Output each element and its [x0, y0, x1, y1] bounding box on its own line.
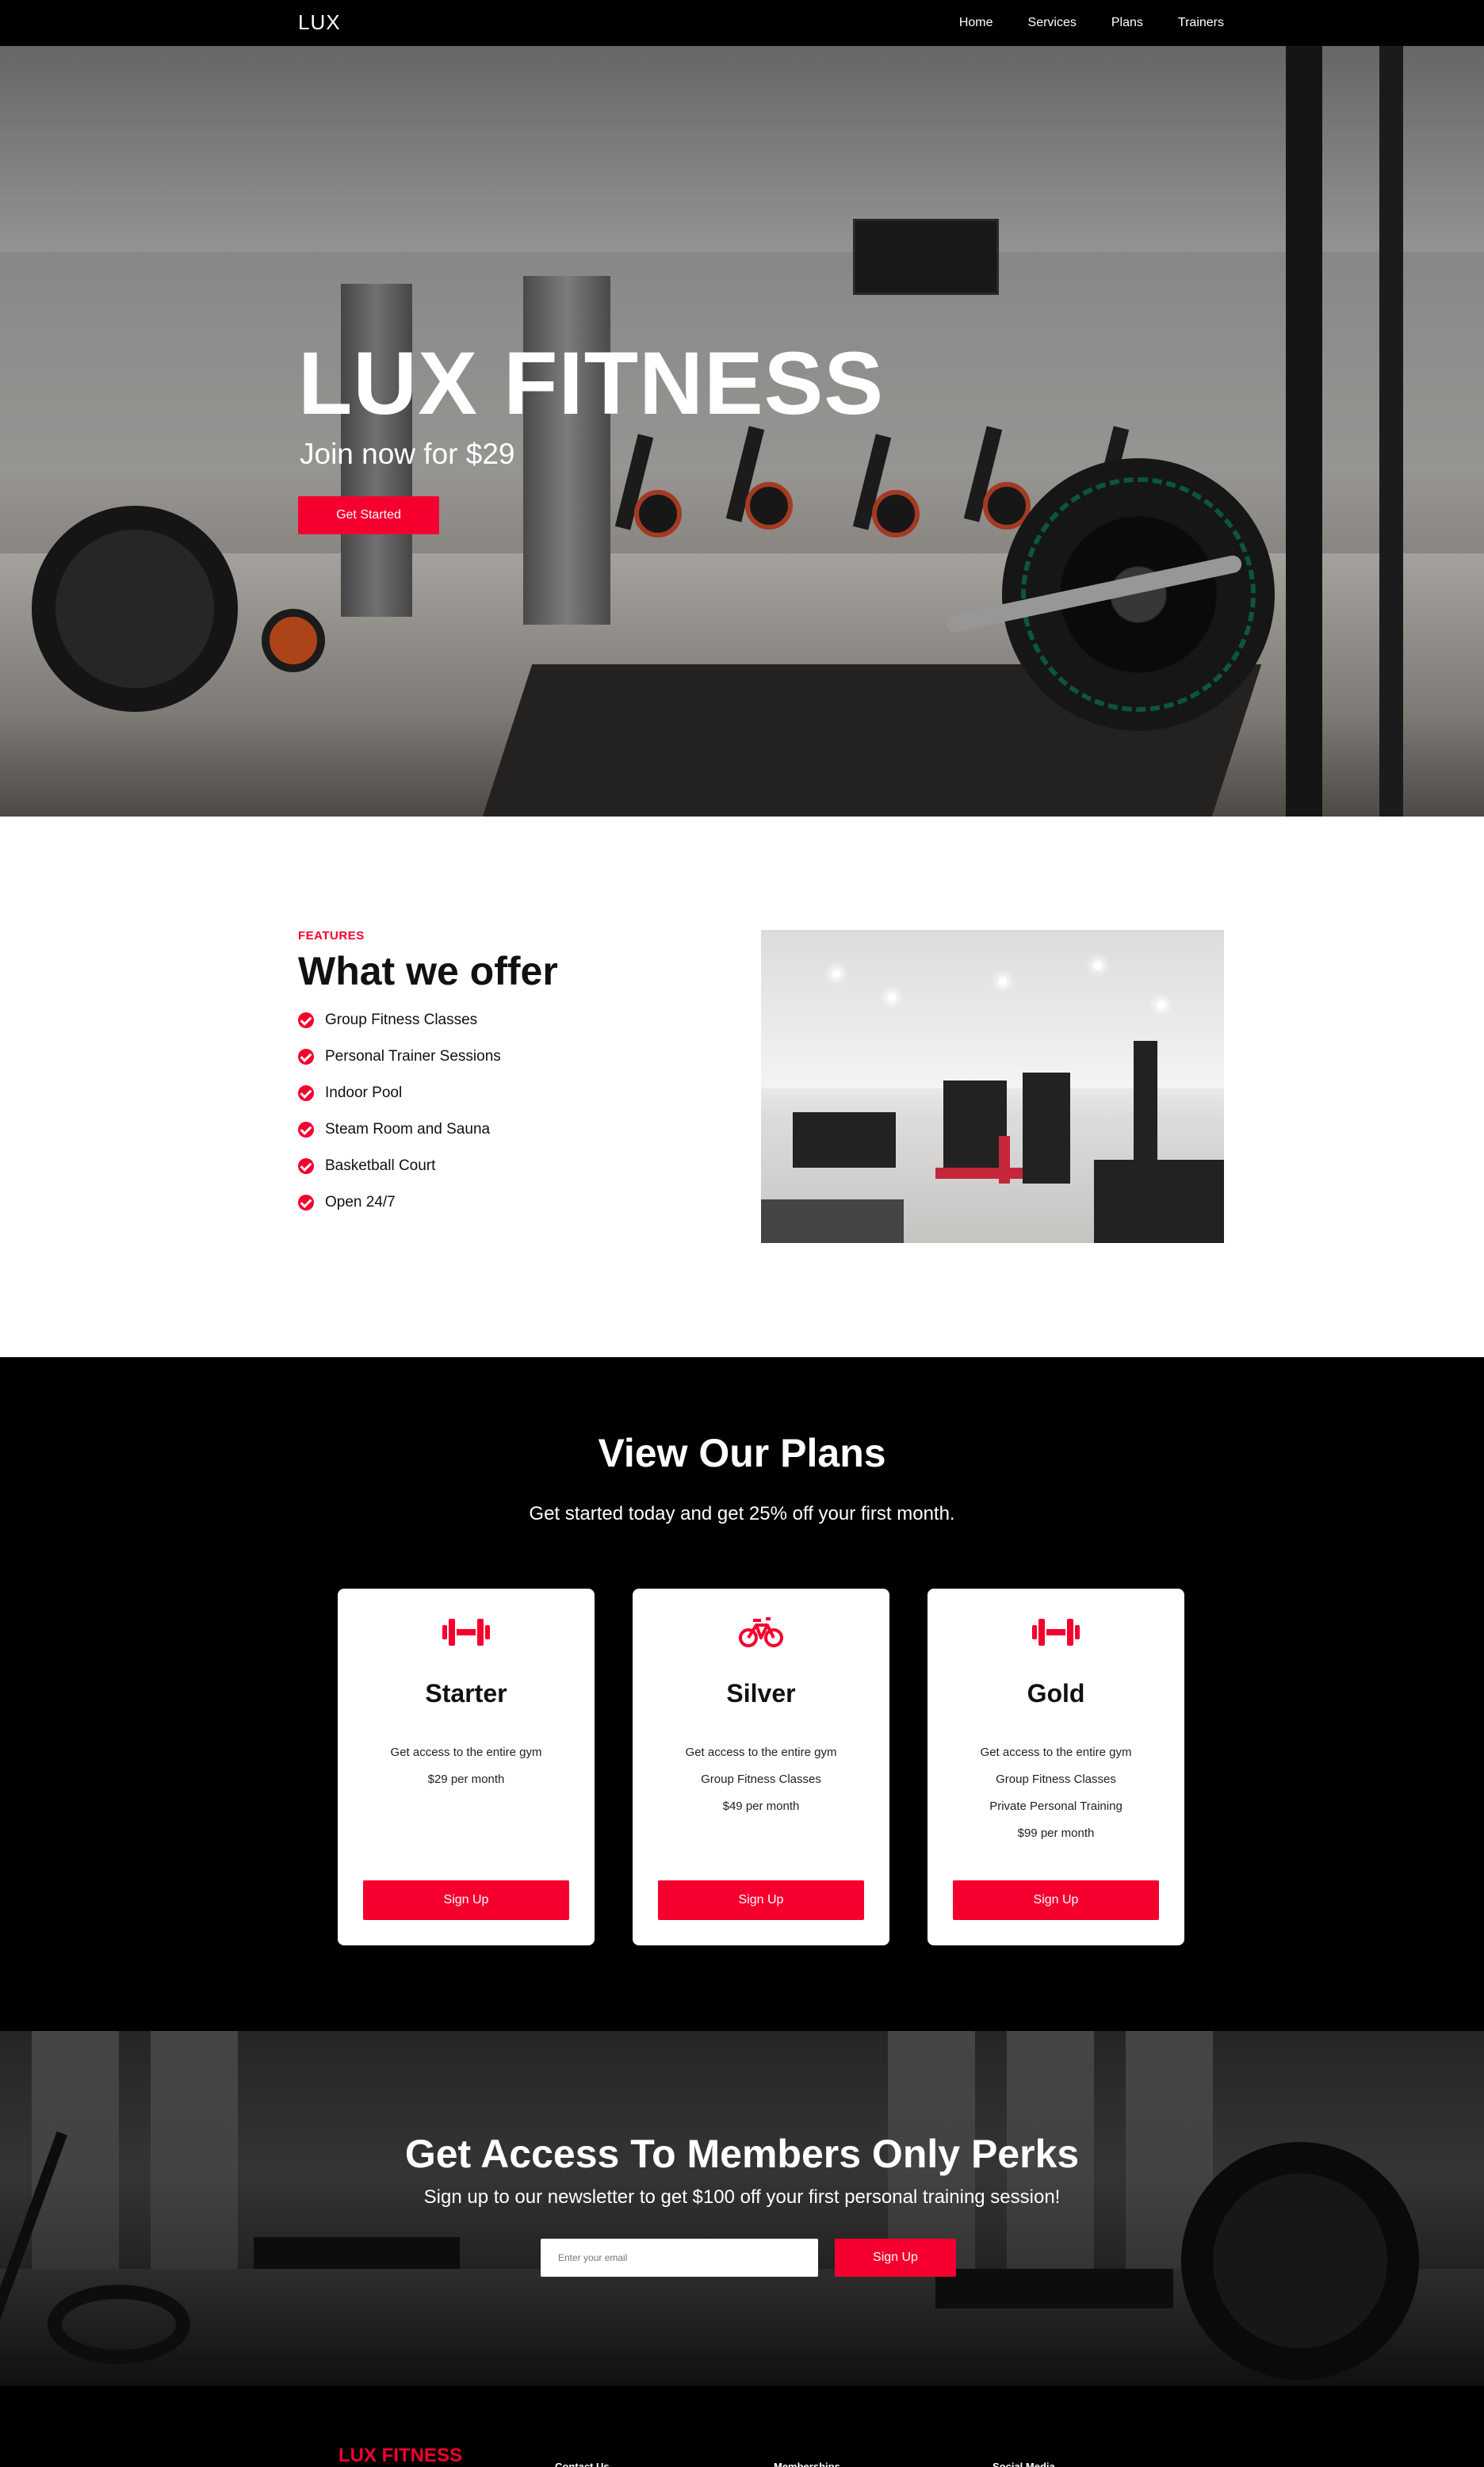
plan-card-starter: Starter Get access to the entire gym $29… [338, 1589, 595, 1945]
plan-name: Silver [726, 1679, 796, 1708]
feature-label: Personal Trainer Sessions [325, 1048, 501, 1065]
newsletter-section: Get Access To Members Only Perks Sign up… [0, 2031, 1484, 2386]
plan-feature: Get access to the entire gym [980, 1746, 1132, 1759]
footer: LUX FITNESS Contact Us Memberships Socia… [0, 2386, 1484, 2467]
check-circle-icon [298, 1085, 314, 1101]
plan-name: Gold [1027, 1679, 1085, 1708]
feature-label: Steam Room and Sauna [325, 1121, 491, 1138]
check-circle-icon [298, 1012, 314, 1028]
newsletter-text: Sign up to our newsletter to get $100 of… [423, 2186, 1061, 2208]
plans-heading: View Our Plans [598, 1431, 886, 1475]
bicycle-icon [739, 1617, 783, 1647]
newsletter-email-input[interactable] [541, 2239, 818, 2277]
hero-subtitle: Join now for $29 [300, 438, 515, 470]
plan-price: $49 per month [722, 1800, 800, 1813]
check-circle-icon [298, 1122, 314, 1138]
top-navbar: LUX Home Services Plans Trainers [0, 0, 1484, 46]
features-list: Group Fitness Classes Personal Trainer S… [298, 1002, 501, 1221]
plan-feature: Group Fitness Classes [996, 1773, 1116, 1786]
feature-item: Group Fitness Classes [298, 1002, 501, 1038]
feature-item: Basketball Court [298, 1148, 501, 1184]
feature-item: Open 24/7 [298, 1184, 501, 1221]
dumbbell-icon [1032, 1619, 1080, 1646]
footer-memberships-heading: Memberships [774, 2461, 840, 2467]
get-started-button[interactable]: Get Started [298, 496, 439, 534]
plan-feature-list: Get access to the entire gym Group Fitne… [928, 1739, 1184, 1847]
nav-links: Home Services Plans Trainers [959, 0, 1224, 46]
plan-feature: Group Fitness Classes [701, 1773, 821, 1786]
nav-link-home[interactable]: Home [959, 16, 993, 30]
feature-item: Personal Trainer Sessions [298, 1038, 501, 1075]
plan-feature: Private Personal Training [989, 1800, 1123, 1813]
footer-contact-heading: Contact Us [555, 2461, 610, 2467]
plans-tagline: Get started today and get 25% off your f… [529, 1503, 955, 1524]
newsletter-sign-up-button[interactable]: Sign Up [835, 2239, 956, 2277]
plan-price: $99 per month [1017, 1826, 1095, 1840]
features-heading: What we offer [298, 949, 558, 993]
plan-card-gold: Gold Get access to the entire gym Group … [928, 1589, 1184, 1945]
feature-label: Open 24/7 [325, 1194, 396, 1211]
footer-brand: LUX FITNESS [338, 2445, 463, 2466]
plan-feature: Get access to the entire gym [390, 1746, 542, 1759]
plan-card-silver: Silver Get access to the entire gym Grou… [633, 1589, 889, 1945]
plan-feature-list: Get access to the entire gym $29 per mon… [338, 1739, 595, 1793]
check-circle-icon [298, 1049, 314, 1065]
plan-feature-list: Get access to the entire gym Group Fitne… [633, 1739, 889, 1820]
feature-label: Basketball Court [325, 1157, 436, 1174]
newsletter-heading: Get Access To Members Only Perks [404, 2132, 1080, 2176]
feature-label: Group Fitness Classes [325, 1012, 478, 1028]
dumbbell-icon [442, 1619, 490, 1646]
nav-logo[interactable]: LUX [298, 10, 341, 35]
check-circle-icon [298, 1195, 314, 1211]
nav-link-plans[interactable]: Plans [1111, 16, 1143, 30]
plans-section: View Our Plans Get started today and get… [0, 1357, 1484, 2031]
nav-link-services[interactable]: Services [1028, 16, 1077, 30]
plan-feature: Get access to the entire gym [685, 1746, 837, 1759]
gold-sign-up-button[interactable]: Sign Up [953, 1880, 1159, 1920]
hero-title: LUX FITNESS [298, 334, 885, 433]
feature-item: Indoor Pool [298, 1075, 501, 1111]
feature-label: Indoor Pool [325, 1084, 403, 1101]
footer-social-heading: Social Media [993, 2461, 1055, 2467]
hero-section: LUX FITNESS Join now for $29 Get Started [0, 46, 1484, 817]
nav-link-trainers[interactable]: Trainers [1178, 16, 1224, 30]
check-circle-icon [298, 1158, 314, 1174]
plan-price: $29 per month [427, 1773, 505, 1786]
plan-name: Starter [425, 1679, 507, 1708]
features-eyebrow: FEATURES [298, 929, 365, 943]
feature-item: Steam Room and Sauna [298, 1111, 501, 1148]
features-section: FEATURES What we offer Group Fitness Cla… [0, 817, 1484, 1357]
silver-sign-up-button[interactable]: Sign Up [658, 1880, 864, 1920]
gym-interior-photo [761, 930, 1224, 1243]
starter-sign-up-button[interactable]: Sign Up [363, 1880, 569, 1920]
